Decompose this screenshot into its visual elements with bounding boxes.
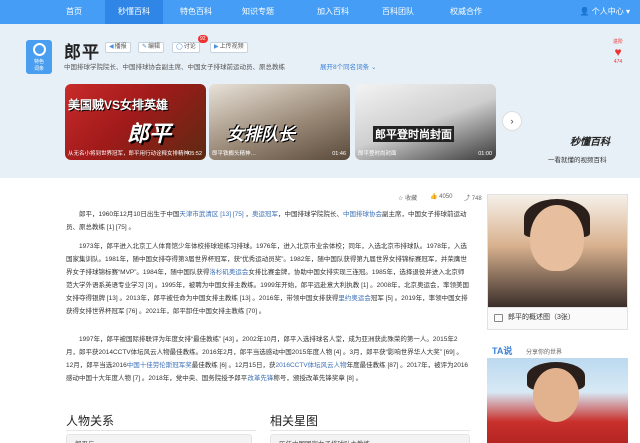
broadcast-button[interactable]: ◀播报 xyxy=(105,42,131,53)
inline-link[interactable]: 洛杉矶奥运会 xyxy=(209,269,248,276)
overview-image[interactable] xyxy=(487,194,628,308)
career-paragraph: 1973年，郎平进入北京工人体育馆少年体校排球班练习排球。1976年，进入北京市… xyxy=(66,240,470,318)
user-icon: 👤 xyxy=(579,7,590,16)
chat-icon: ◯ xyxy=(176,44,183,50)
inline-link[interactable]: 里约奥运会 xyxy=(338,295,371,302)
carousel-next-button[interactable]: › xyxy=(502,111,522,131)
heart-icon: ♥ xyxy=(614,45,622,59)
expand-homonyms-link[interactable]: 展开8个同名词条 ⌄ xyxy=(320,61,376,71)
advance-vote[interactable]: 进阶 ♥ 474 xyxy=(610,38,626,65)
related-starmap-title: 相关星图 xyxy=(270,414,319,428)
video-duration: 01:46 xyxy=(332,151,346,157)
video-card[interactable]: 美国贼VS女排英雄 郎平 从无名小将到世界冠军，郎平用行动诠释女排精神 05:5… xyxy=(65,84,206,160)
overview-caption[interactable]: 郎平的概述图（3张） xyxy=(487,308,628,330)
thumb-up-icon: 👍 xyxy=(430,194,438,200)
nav-join[interactable]: 加入百科 xyxy=(313,0,353,24)
video-icon: ▶ xyxy=(214,44,219,50)
user-center-link[interactable]: 👤 个人中心 ▾ xyxy=(580,0,630,24)
paragraph-text: 郎平，1960年12月10日出生于中国 xyxy=(79,211,180,218)
relations-box[interactable]: 郎平与… xyxy=(66,434,252,443)
inline-link[interactable]: 天津市武清区 xyxy=(179,211,218,218)
featured-badge: 特色 词条 xyxy=(26,40,52,74)
nav-home[interactable]: 首页 xyxy=(56,0,92,24)
top-nav: 首页 秒懂百科 特色百科 知识专题 加入百科 百科团队 权威合作 👤 个人中心 … xyxy=(0,0,640,24)
lemma-intro-paragraph: 郎平，1960年12月10日出生于中国天津市武清区 [13] [75] ，奥运冠… xyxy=(66,208,470,234)
share-button[interactable]: ⤴ 748 xyxy=(464,193,482,202)
inline-link[interactable]: [13] [75] xyxy=(218,211,245,218)
relations-title: 人物关系 xyxy=(66,414,115,428)
ta-shuo-image[interactable] xyxy=(487,358,628,443)
chevron-down-icon: ▾ xyxy=(625,7,630,16)
favorite-button[interactable]: ☆ 收藏 xyxy=(398,193,417,202)
video-duration: 05:52 xyxy=(188,151,202,157)
inline-link[interactable]: 奥运冠军 xyxy=(252,211,278,218)
video-duration: 01:00 xyxy=(478,151,492,157)
page-title: 郎平 xyxy=(64,43,100,62)
star-icon: ☆ xyxy=(398,196,404,202)
lemma-summary: 中国排球学院院长、中国排球协会副主席、中国女子排球前运动员、原总教练 xyxy=(64,64,285,71)
paragraph-text: 最佳教练 [6] 。12月15日，获 xyxy=(191,362,276,369)
paragraph-text: 称号，颁授改革先锋奖章 [8] 。 xyxy=(273,375,363,382)
discuss-button[interactable]: ◯讨论 xyxy=(172,42,200,53)
divider xyxy=(66,430,256,431)
nav-topics[interactable]: 知识专题 xyxy=(238,0,278,24)
ta-shuo-tagline: 分享你的世界 xyxy=(526,350,563,356)
video-card[interactable]: 郎平登时尚封面 郎平登时尚封面 01:00 xyxy=(355,84,496,160)
ta-shuo-logo: TA说 xyxy=(492,346,513,356)
speaker-icon: ◀ xyxy=(109,44,114,50)
video-caption: 郎平登时尚封面 xyxy=(358,151,397,157)
badge-ring-icon xyxy=(32,43,46,56)
related-starmap-box[interactable]: 历任中国国家女子排球队主教练 xyxy=(270,434,470,443)
miaodong-logo: 秒懂百科 xyxy=(570,137,610,148)
chevron-down-icon: ⌄ xyxy=(370,64,377,71)
miaodong-slogan: 一看就懂的视频百科 xyxy=(548,157,607,164)
chevron-right-icon: › xyxy=(510,116,514,126)
album-icon xyxy=(494,314,503,322)
video-card[interactable]: 女排队长 郎平铁榔头精神… 01:46 xyxy=(209,84,350,160)
inline-link[interactable]: 中国排球协会 xyxy=(343,211,382,218)
inline-link[interactable]: 2016CCTV体坛风云人物 xyxy=(276,362,347,369)
nav-featured[interactable]: 特色百科 xyxy=(176,0,216,24)
inline-link[interactable]: 改革先锋 xyxy=(247,375,273,382)
discussion-count-badge: 92 xyxy=(198,35,208,43)
nav-team[interactable]: 百科团队 xyxy=(378,0,418,24)
divider xyxy=(270,430,470,431)
nav-miaodong[interactable]: 秒懂百科 xyxy=(105,0,163,24)
like-button[interactable]: 👍 4050 xyxy=(430,193,453,200)
honors-paragraph: 1997年，郎平被国际排联评为年度女排“最佳教练” [43] 。2002年10月… xyxy=(66,333,470,385)
share-icon: ⤴ xyxy=(464,196,471,202)
nav-authority[interactable]: 权威合作 xyxy=(446,0,486,24)
video-caption: 从无名小将到世界冠军，郎平用行动诠释女排精神 xyxy=(68,151,190,157)
paragraph-text: ，中国排球学院院长、 xyxy=(278,211,344,218)
inline-link[interactable]: 中国十佳劳伦斯冠军奖 xyxy=(127,362,192,369)
upload-video-button[interactable]: ▶上传视频 xyxy=(210,42,248,53)
edit-button[interactable]: ✎编辑 xyxy=(138,42,165,53)
pencil-icon: ✎ xyxy=(142,44,148,50)
video-caption: 郎平铁榔头精神… xyxy=(212,151,257,157)
